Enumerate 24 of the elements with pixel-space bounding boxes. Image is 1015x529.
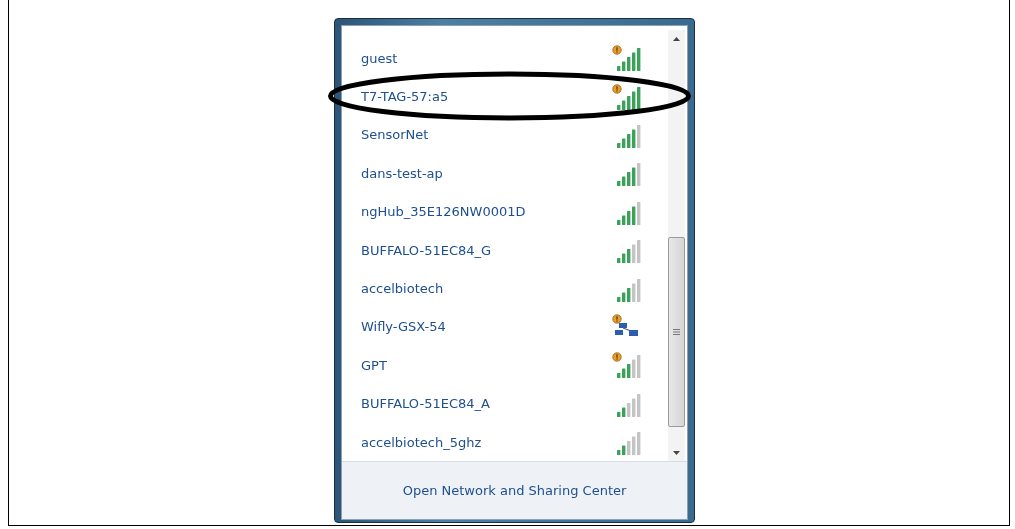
network-item[interactable]: accelbiotech_5ghz (342, 422, 668, 462)
network-name: accelbiotech (361, 281, 444, 297)
network-name: SensorNet (361, 127, 429, 143)
network-name: GPT (361, 357, 387, 373)
network-item[interactable]: ngHub_35E126NW0001D (342, 192, 668, 231)
network-item[interactable]: SensorNet (342, 115, 668, 155)
scrollbar[interactable] (668, 30, 685, 462)
network-item[interactable]: Wifly-GSX-54 (342, 307, 668, 347)
network-name: guest (361, 50, 398, 66)
network-name: ngHub_35E126NW0001D (361, 204, 526, 220)
network-name: accelbiotech_5ghz (361, 434, 482, 450)
network-item[interactable]: BUFFALO-51EC84_G (342, 230, 668, 270)
scroll-thumb[interactable] (668, 237, 685, 427)
network-item[interactable]: dans-test-ap (342, 154, 668, 193)
network-name: BUFFALO-51EC84_G (361, 242, 492, 258)
network-name: Wifly-GSX-54 (361, 319, 446, 335)
network-center-link[interactable]: Open Network and Sharing Center (402, 483, 627, 499)
network-item[interactable]: GPT (342, 346, 668, 385)
network-name: BUFFALO-51EC84_A (361, 396, 490, 412)
network-item[interactable]: guest (342, 39, 668, 78)
network-name: dans-test-ap (361, 165, 443, 181)
network-item[interactable]: BUFFALO-51EC84_A (342, 384, 668, 423)
network-name: T7-TAG-57:a5 (361, 89, 449, 105)
network-item[interactable]: accelbiotech (342, 269, 668, 308)
